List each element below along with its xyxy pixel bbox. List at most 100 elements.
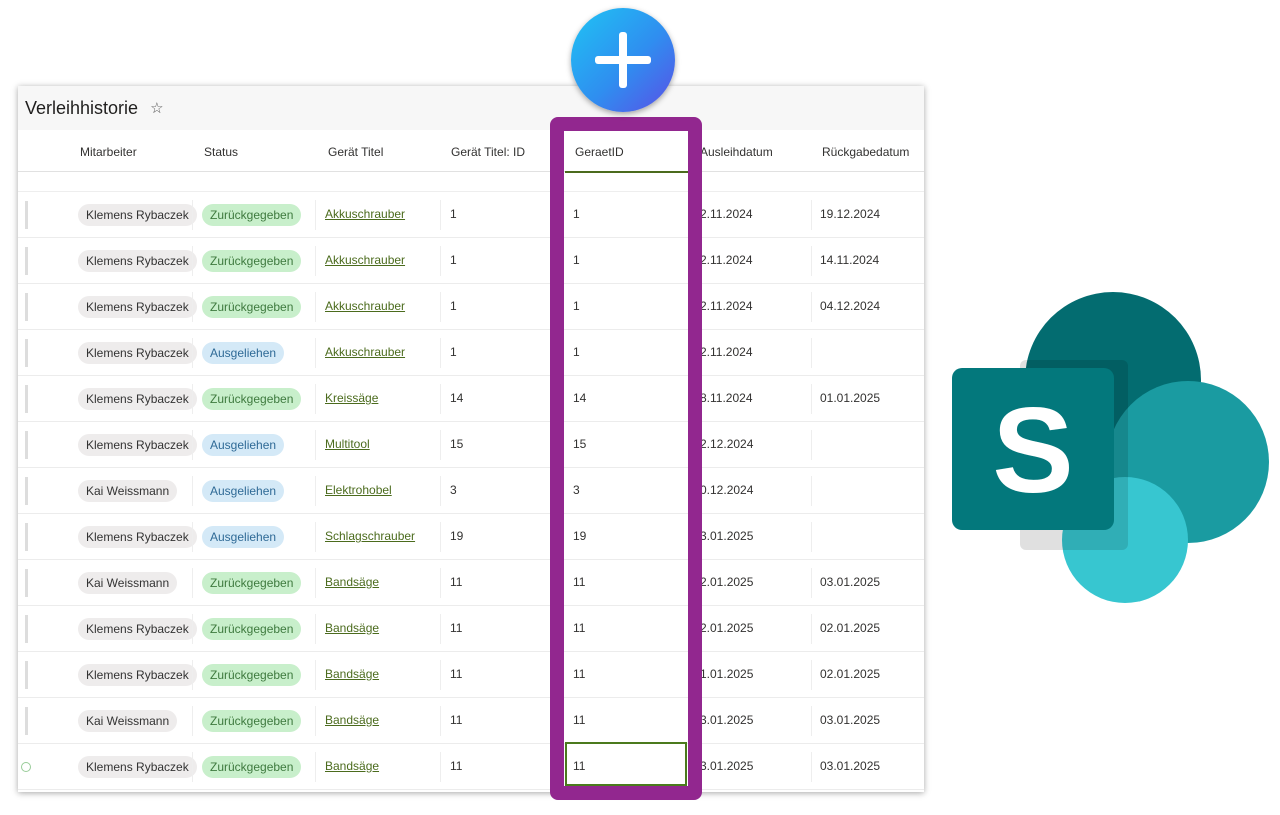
divider (440, 522, 441, 552)
ausleihdatum-cell: 1.01.2025 (700, 667, 754, 681)
person-pill[interactable]: Klemens Rybaczek (78, 388, 197, 410)
geraet-link[interactable]: Schlagschrauber (325, 529, 415, 543)
svg-text:S: S (992, 382, 1073, 518)
row-marker (25, 477, 28, 505)
column-header-ausleihdatum[interactable]: Ausleihdatum (700, 145, 773, 159)
rueckgabedatum-cell: 03.01.2025 (820, 713, 881, 727)
rueckgabedatum-cell: 02.01.2025 (820, 667, 881, 681)
divider (440, 660, 441, 690)
geraet-titel-id-cell: 1 (450, 253, 457, 267)
row-marker (25, 569, 28, 597)
plus-circle-icon (571, 8, 675, 112)
divider (440, 338, 441, 368)
geraet-link[interactable]: Elektrohobel (325, 483, 392, 497)
geraet-link[interactable]: Kreissäge (325, 391, 378, 405)
person-pill[interactable]: Klemens Rybaczek (78, 342, 197, 364)
column-header-rueckgabedatum[interactable]: Rückgabedatum (822, 145, 909, 159)
ausleihdatum-cell: 2.11.2024 (700, 253, 753, 267)
row-marker (25, 661, 28, 689)
divider (440, 568, 441, 598)
geraet-link[interactable]: Bandsäge (325, 713, 379, 727)
column-header-status[interactable]: Status (204, 145, 238, 159)
geraet-link[interactable]: Multitool (325, 437, 370, 451)
table-row[interactable]: Kai Weissmann Zurückgegeben Bandsäge 11 … (18, 560, 924, 606)
geraet-link[interactable]: Bandsäge (325, 667, 379, 681)
status-badge: Ausgeliehen (202, 480, 285, 502)
ausleihdatum-cell: 3.01.2025 (700, 529, 754, 543)
geraet-link[interactable]: Akkuschrauber (325, 253, 405, 267)
rueckgabedatum-cell: 14.11.2024 (820, 253, 880, 267)
geraet-titel-id-cell: 19 (450, 529, 464, 543)
person-pill[interactable]: Klemens Rybaczek (78, 756, 197, 778)
ausleihdatum-cell: 2.01.2025 (700, 575, 754, 589)
divider (440, 384, 441, 414)
row-marker (25, 247, 28, 275)
table-row[interactable]: Klemens Rybaczek Zurückgegeben Bandsäge … (18, 606, 924, 652)
person-pill[interactable]: Kai Weissmann (78, 480, 178, 502)
divider (192, 660, 193, 690)
person-pill[interactable]: Kai Weissmann (78, 710, 178, 732)
person-pill[interactable]: Kai Weissmann (78, 572, 178, 594)
person-pill[interactable]: Klemens Rybaczek (78, 526, 197, 548)
divider (192, 614, 193, 644)
ausleihdatum-cell: 2.12.2024 (700, 437, 754, 451)
geraet-link[interactable]: Akkuschrauber (325, 207, 405, 221)
geraet-link[interactable]: Bandsäge (325, 621, 379, 635)
table-row[interactable]: Klemens Rybaczek Zurückgegeben Akkuschra… (18, 238, 924, 284)
divider (315, 660, 316, 690)
divider (440, 476, 441, 506)
ausleihdatum-cell: 2.11.2024 (700, 345, 753, 359)
person-pill[interactable]: Klemens Rybaczek (78, 296, 197, 318)
divider (315, 522, 316, 552)
star-icon[interactable]: ☆ (150, 99, 163, 117)
person-pill[interactable]: Klemens Rybaczek (78, 434, 197, 456)
rueckgabedatum-cell: 02.01.2025 (820, 621, 881, 635)
divider (315, 338, 316, 368)
geraet-link[interactable]: Bandsäge (325, 575, 379, 589)
divider (192, 246, 193, 276)
divider (440, 614, 441, 644)
geraet-link[interactable]: Akkuschrauber (325, 299, 405, 313)
table-row[interactable]: Klemens Rybaczek Zurückgegeben Bandsäge … (18, 652, 924, 698)
divider (811, 384, 812, 414)
column-header-geraet-titel[interactable]: Gerät Titel (328, 145, 383, 159)
divider (315, 292, 316, 322)
person-pill[interactable]: Klemens Rybaczek (78, 618, 197, 640)
status-badge: Zurückgegeben (202, 296, 302, 318)
table-row[interactable]: Klemens Rybaczek Zurückgegeben Kreissäge… (18, 376, 924, 422)
column-header-geraet-titel-id[interactable]: Gerät Titel: ID (451, 145, 525, 159)
column-header-mitarbeiter[interactable]: Mitarbeiter (80, 145, 137, 159)
geraet-link[interactable]: Bandsäge (325, 759, 379, 773)
table-row[interactable]: Kai Weissmann Ausgeliehen Elektrohobel 3… (18, 468, 924, 514)
person-pill[interactable]: Klemens Rybaczek (78, 664, 197, 686)
table-row[interactable]: Klemens Rybaczek Zurückgegeben Akkuschra… (18, 192, 924, 238)
table-row[interactable]: Klemens Rybaczek Zurückgegeben Akkuschra… (18, 284, 924, 330)
geraet-link[interactable]: Akkuschrauber (325, 345, 405, 359)
rueckgabedatum-cell: 04.12.2024 (820, 299, 881, 313)
table-row[interactable]: Klemens Rybaczek Ausgeliehen Multitool 1… (18, 422, 924, 468)
row-marker (25, 385, 28, 413)
table-row[interactable]: Kai Weissmann Zurückgegeben Bandsäge 11 … (18, 698, 924, 744)
row-marker (25, 201, 28, 229)
status-badge: Zurückgegeben (202, 572, 302, 594)
table-row[interactable]: Klemens Rybaczek Zurückgegeben Bandsäge … (18, 744, 924, 790)
status-badge: Zurückgegeben (202, 664, 302, 686)
row-select-radio[interactable] (21, 762, 31, 772)
person-pill[interactable]: Klemens Rybaczek (78, 204, 197, 226)
divider (811, 246, 812, 276)
table-row[interactable]: Klemens Rybaczek Ausgeliehen Akkuschraub… (18, 330, 924, 376)
rueckgabedatum-cell: 01.01.2025 (820, 391, 881, 405)
column-headers: Mitarbeiter Status Gerät Titel Gerät Tit… (18, 130, 924, 172)
geraet-titel-id-cell: 1 (450, 207, 457, 221)
list-header: Verleihhistorie ☆ (18, 86, 924, 130)
rueckgabedatum-cell: 19.12.2024 (820, 207, 881, 221)
person-pill[interactable]: Klemens Rybaczek (78, 250, 197, 272)
row-marker (25, 431, 28, 459)
divider (315, 614, 316, 644)
highlight-frame (550, 117, 702, 800)
table-row[interactable]: Klemens Rybaczek Ausgeliehen Schlagschra… (18, 514, 924, 560)
divider (811, 338, 812, 368)
ausleihdatum-cell: 3.01.2025 (700, 713, 754, 727)
geraet-titel-id-cell: 11 (450, 621, 463, 635)
geraet-titel-id-cell: 1 (450, 299, 457, 313)
